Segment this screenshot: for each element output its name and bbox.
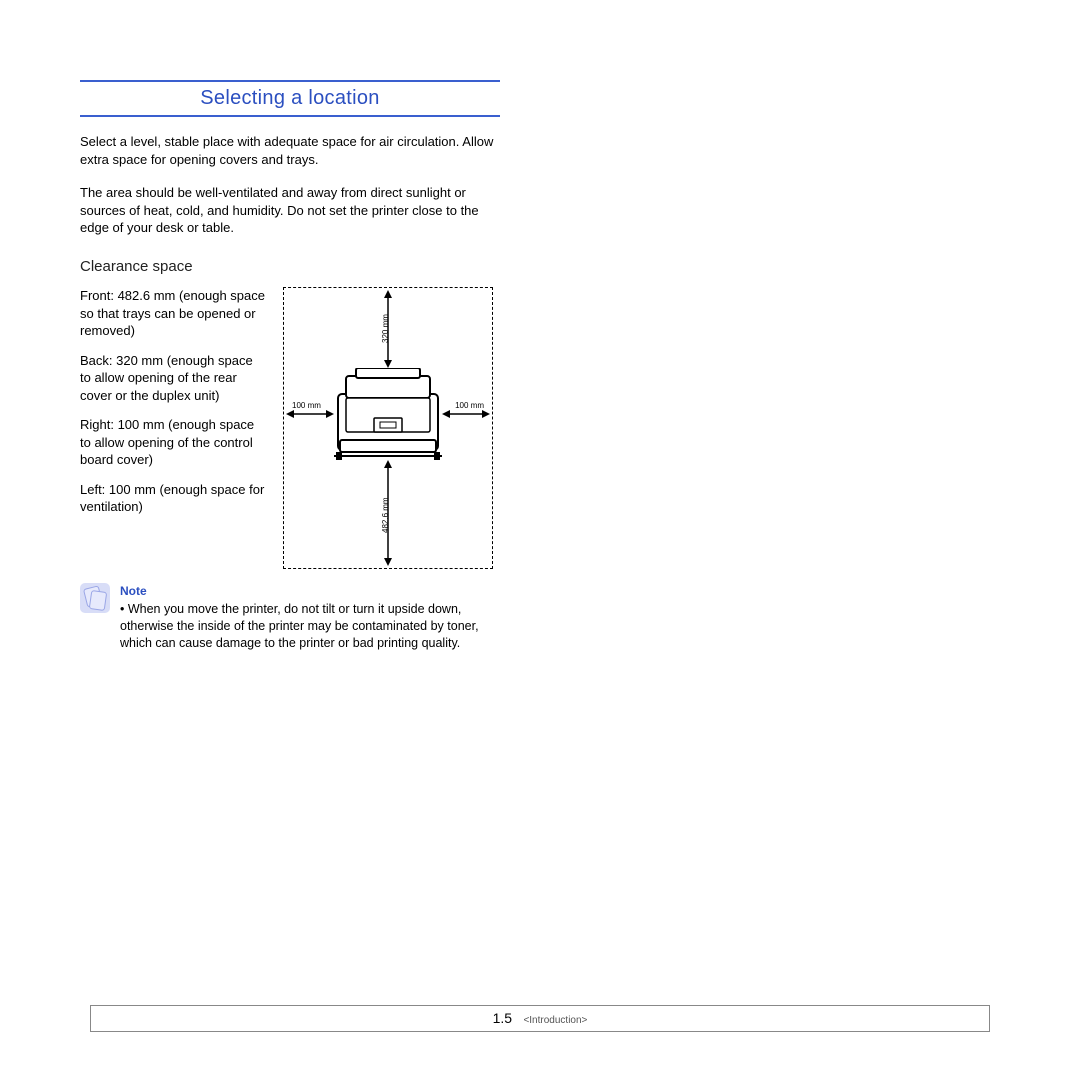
label-right: 100 mm (455, 401, 484, 412)
subheading-clearance: Clearance space (80, 257, 500, 277)
intro-paragraph-1: Select a level, stable place with adequa… (80, 133, 500, 168)
clearance-right: Right: 100 mm (enough space to allow ope… (80, 416, 265, 469)
section-label: <Introduction> (523, 1015, 587, 1026)
page-number: 1.5 (493, 1010, 512, 1026)
note-text: • When you move the printer, do not tilt… (120, 601, 500, 652)
clearance-diagram: 320 mm 100 mm 100 mm (283, 287, 493, 569)
clearance-front: Front: 482.6 mm (enough space so that tr… (80, 287, 265, 340)
label-top: 320 mm (381, 314, 392, 343)
page-footer: 1.5 <Introduction> (90, 1005, 990, 1032)
clearance-left: Left: 100 mm (enough space for ventilati… (80, 481, 265, 516)
printer-icon (334, 368, 442, 460)
heading-text: Selecting a location (80, 85, 500, 112)
clearance-list: Front: 482.6 mm (enough space so that tr… (80, 287, 265, 569)
clearance-back: Back: 320 mm (enough space to allow open… (80, 352, 265, 405)
label-left: 100 mm (292, 401, 321, 412)
intro-paragraph-2: The area should be well-ventilated and a… (80, 184, 500, 237)
label-bottom: 482.6 mm (381, 497, 392, 533)
note-title: Note (120, 583, 500, 599)
section-heading: Selecting a location (80, 80, 500, 117)
note-icon (80, 583, 110, 613)
